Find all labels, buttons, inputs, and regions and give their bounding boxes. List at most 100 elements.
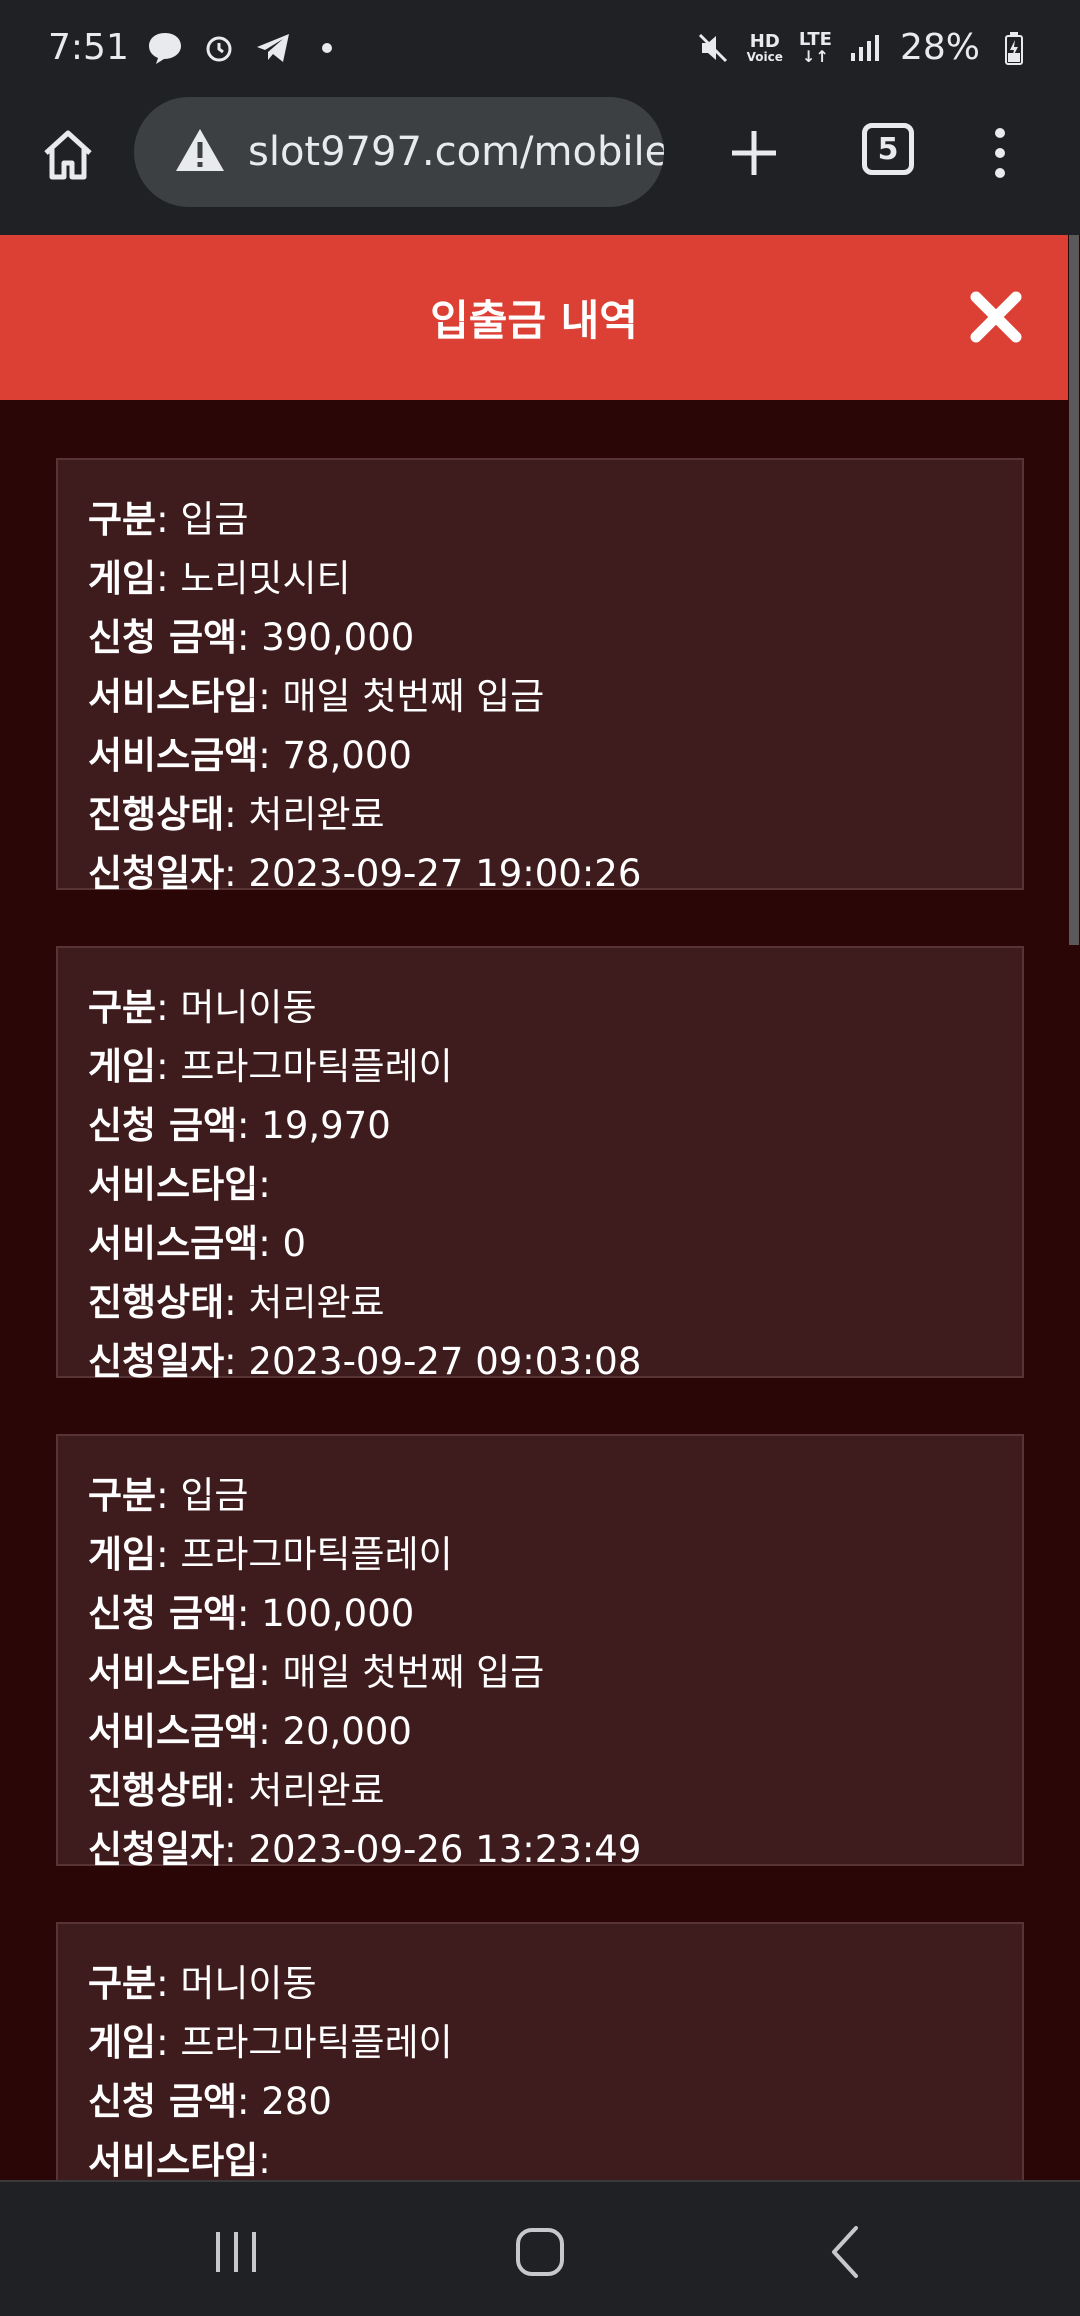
recent-apps-button[interactable] xyxy=(196,2212,276,2292)
game-row: 게임: 프라그마틱플레이 xyxy=(88,1533,453,1576)
status-time: 7:51 xyxy=(48,27,129,68)
type-value: 머니이동 xyxy=(180,986,317,1029)
type-value: 머니이동 xyxy=(180,1962,317,2005)
service-type-row: 서비스타입: xyxy=(88,2139,271,2180)
date-row: 신청일자: 2023-09-26 13:23:49 xyxy=(88,1828,642,1871)
date-label: 신청일자 xyxy=(88,852,225,895)
telegram-icon xyxy=(255,30,291,66)
date-value: 2023-09-27 19:00:26 xyxy=(248,852,642,895)
status-row: 진행상태: 처리완료 xyxy=(88,793,385,836)
tab-switcher-button[interactable]: 5 xyxy=(862,123,914,175)
type-value: 입금 xyxy=(180,1474,249,1517)
plus-icon xyxy=(732,131,776,175)
game-label: 게임 xyxy=(88,1045,157,1088)
amount-row: 신청 금액: 280 xyxy=(88,2080,332,2123)
transaction-list: 구분: 입금 게임: 노리밋시티 신청 금액: 390,000 서비스타입: 매… xyxy=(0,400,1068,2180)
date-label: 신청일자 xyxy=(88,1828,225,1871)
transaction-card: 구분: 입금 게임: 노리밋시티 신청 금액: 390,000 서비스타입: 매… xyxy=(56,458,1024,895)
signal-icon xyxy=(848,30,884,66)
home-icon xyxy=(44,130,92,180)
screen: 7:51 HD Voice LTE ↓↑ 28% slot9797.com/mo… xyxy=(0,0,1080,2316)
game-value: 프라그마틱플레이 xyxy=(180,1045,453,1088)
amount-label: 신청 금액 xyxy=(88,2080,238,2123)
type-row: 구분: 머니이동 xyxy=(88,986,317,1029)
hd-label: HD xyxy=(749,30,780,52)
status-value: 처리완료 xyxy=(248,1769,385,1812)
browser-menu-button[interactable] xyxy=(990,121,1010,185)
date-row: 신청일자: 2023-09-27 19:00:26 xyxy=(88,852,642,895)
date-label: 신청일자 xyxy=(88,1340,225,1383)
url-text: slot9797.com/mobile xyxy=(248,129,664,175)
game-value: 노리밋시티 xyxy=(180,557,351,600)
service-amount-value: 78,000 xyxy=(282,734,412,777)
voice-label: Voice xyxy=(746,49,783,64)
status-bar: 7:51 HD Voice LTE ↓↑ 28% xyxy=(0,0,1080,95)
status-label: 진행상태 xyxy=(88,1769,225,1812)
game-row: 게임: 프라그마틱플레이 xyxy=(88,1045,453,1088)
hd-voice-icon: HD Voice xyxy=(746,30,783,64)
amount-row: 신청 금액: 19,970 xyxy=(88,1104,391,1147)
game-label: 게임 xyxy=(88,2021,157,2064)
type-row: 구분: 입금 xyxy=(88,1474,249,1517)
status-row: 진행상태: 처리완료 xyxy=(88,1769,385,1812)
modal-title: 입출금 내역 xyxy=(430,296,638,345)
type-value: 입금 xyxy=(180,498,249,541)
home-nav-icon xyxy=(516,2228,564,2276)
address-bar[interactable]: slot9797.com/mobile xyxy=(134,97,664,207)
scrollbar-thumb[interactable] xyxy=(1069,235,1079,945)
amount-row: 신청 금액: 100,000 xyxy=(88,1592,415,1635)
service-type-row: 서비스타입: xyxy=(88,1163,271,1206)
type-label: 구분 xyxy=(88,498,157,541)
service-amount-label: 서비스금액 xyxy=(88,1222,259,1265)
game-value: 프라그마틱플레이 xyxy=(180,2021,453,2064)
service-type-value: 매일 첫번째 입금 xyxy=(282,675,545,718)
browser-toolbar: slot9797.com/mobile 5 xyxy=(0,95,1080,235)
service-amount-value: 20,000 xyxy=(282,1710,412,1753)
type-label: 구분 xyxy=(88,1474,157,1517)
back-button[interactable] xyxy=(806,2212,886,2292)
amount-row: 신청 금액: 390,000 xyxy=(88,616,415,659)
service-type-label: 서비스타입 xyxy=(88,2139,259,2180)
service-type-value: 매일 첫번째 입금 xyxy=(282,1651,545,1694)
home-nav-button[interactable] xyxy=(500,2212,580,2292)
warning-icon xyxy=(174,127,226,177)
game-row: 게임: 프라그마틱플레이 xyxy=(88,2021,453,2064)
service-amount-label: 서비스금액 xyxy=(88,734,259,777)
transaction-card: 구분: 머니이동 게임: 프라그마틱플레이 신청 금액: 280 서비스타입: xyxy=(56,1922,1024,2180)
date-row: 신청일자: 2023-09-27 09:03:08 xyxy=(88,1340,642,1383)
service-type-label: 서비스타입 xyxy=(88,675,259,718)
game-label: 게임 xyxy=(88,557,157,600)
amount-label: 신청 금액 xyxy=(88,1104,238,1147)
service-amount-row: 서비스금액: 20,000 xyxy=(88,1710,412,1753)
transaction-card: 구분: 입금 게임: 프라그마틱플레이 신청 금액: 100,000 서비스타입… xyxy=(56,1434,1024,1871)
home-button[interactable] xyxy=(38,125,98,185)
new-tab-button[interactable] xyxy=(722,121,786,185)
type-label: 구분 xyxy=(88,1962,157,2005)
service-type-row: 서비스타입: 매일 첫번째 입금 xyxy=(88,675,545,718)
tab-count: 5 xyxy=(877,131,899,167)
status-value: 처리완료 xyxy=(248,1281,385,1324)
status-label: 진행상태 xyxy=(88,1281,225,1324)
game-label: 게임 xyxy=(88,1533,157,1576)
amount-label: 신청 금액 xyxy=(88,616,238,659)
mute-icon xyxy=(695,30,731,66)
amount-value: 390,000 xyxy=(261,616,415,659)
game-row: 게임: 노리밋시티 xyxy=(88,557,351,600)
service-amount-label: 서비스금액 xyxy=(88,1710,259,1753)
battery-percent: 28% xyxy=(899,27,980,68)
type-row: 구분: 입금 xyxy=(88,498,249,541)
recent-apps-icon xyxy=(216,2232,256,2272)
status-row: 진행상태: 처리완료 xyxy=(88,1281,385,1324)
service-type-label: 서비스타입 xyxy=(88,1651,259,1694)
back-arrow-icon xyxy=(832,2226,858,2278)
transaction-card: 구분: 머니이동 게임: 프라그마틱플레이 신청 금액: 19,970 서비스타… xyxy=(56,946,1024,1383)
date-value: 2023-09-27 09:03:08 xyxy=(248,1340,642,1383)
alarm-icon xyxy=(201,30,237,66)
service-amount-value: 0 xyxy=(282,1222,306,1265)
more-vert-icon xyxy=(995,128,1005,178)
close-button[interactable] xyxy=(966,287,1026,347)
status-value: 처리완료 xyxy=(248,793,385,836)
type-label: 구분 xyxy=(88,986,157,1029)
type-row: 구분: 머니이동 xyxy=(88,1962,317,2005)
amount-label: 신청 금액 xyxy=(88,1592,238,1635)
